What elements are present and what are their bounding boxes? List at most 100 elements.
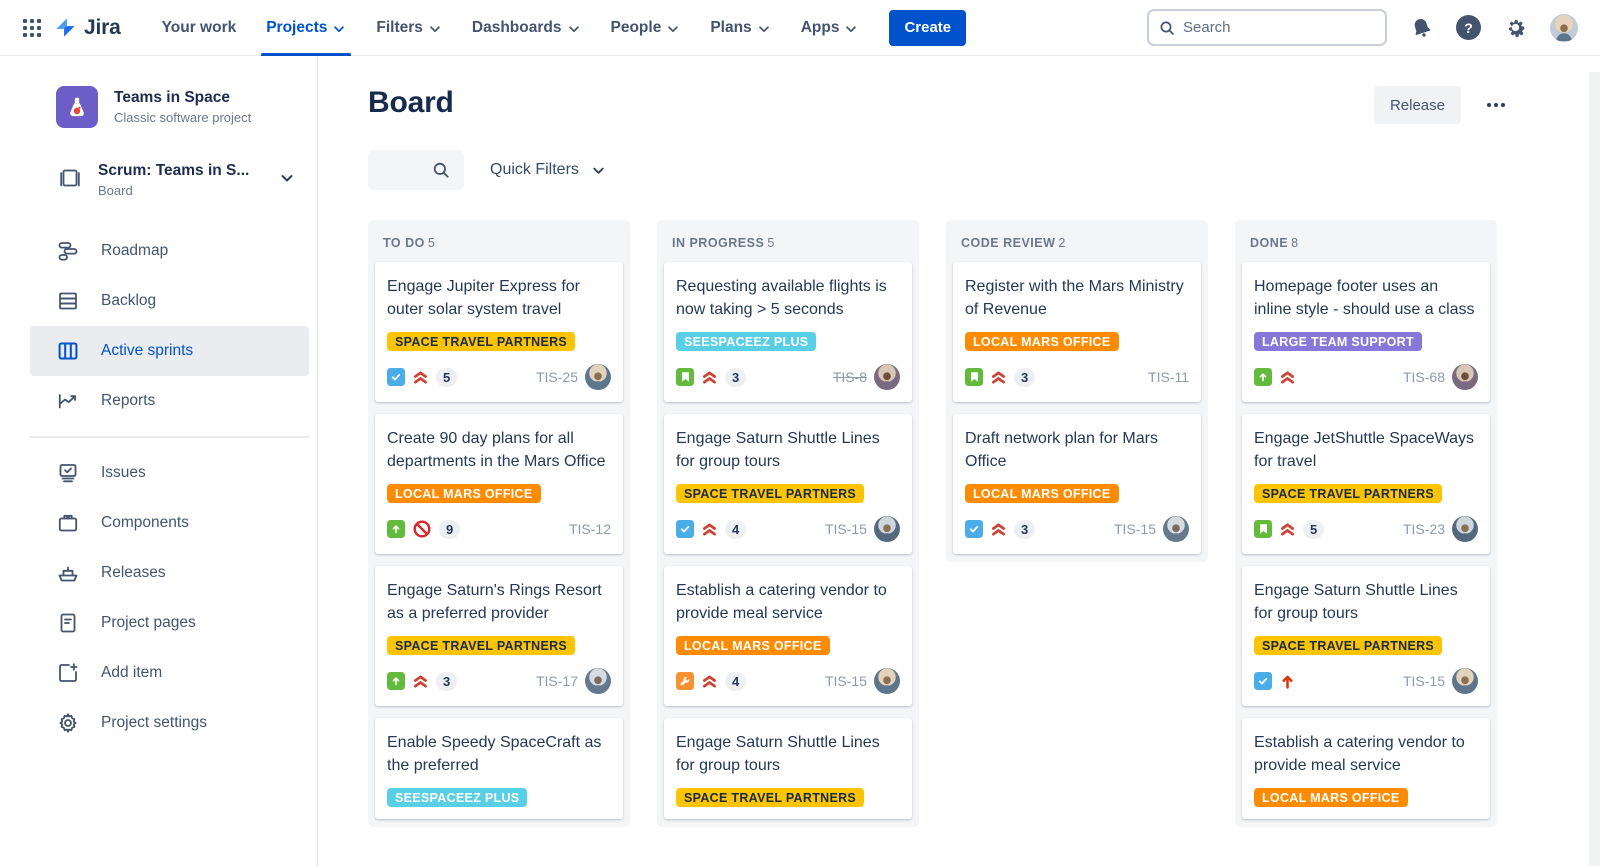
issue-key[interactable]: TIS-25 xyxy=(536,369,578,385)
issue-key[interactable]: TIS-15 xyxy=(825,521,867,537)
card-label: SEESPACEEZ PLUS xyxy=(676,332,816,351)
chevron-down-icon xyxy=(844,20,858,36)
card-title: Engage Saturn Shuttle Lines for group to… xyxy=(1254,579,1478,625)
issue-key[interactable]: TIS-12 xyxy=(569,521,611,537)
estimate-badge: 9 xyxy=(439,520,460,539)
board-card[interactable]: Engage Saturn Shuttle Lines for group to… xyxy=(664,718,912,819)
board-card[interactable]: Draft network plan for Mars Office LOCAL… xyxy=(953,414,1201,554)
sidebar-item-label: Add item xyxy=(101,664,162,682)
issue-key[interactable]: TIS-11 xyxy=(1148,369,1189,385)
sidebar-item-label: Releases xyxy=(101,564,166,582)
board-selector[interactable]: Scrum: Teams in S... Board xyxy=(0,162,317,198)
sidebar-item-backlog[interactable]: Backlog xyxy=(30,276,309,326)
settings-gear-icon[interactable] xyxy=(1504,16,1527,39)
estimate-badge: 3 xyxy=(1014,520,1035,539)
nav-item-dashboards[interactable]: Dashboards xyxy=(457,0,596,56)
search-input[interactable] xyxy=(1183,19,1343,36)
nav-item-apps[interactable]: Apps xyxy=(786,0,874,56)
issue-key[interactable]: TIS-8 xyxy=(833,369,867,385)
project-sidebar: Teams in Space Classic software project … xyxy=(0,56,318,866)
board-card[interactable]: Enable Speedy SpaceCraft as the preferre… xyxy=(375,718,623,819)
nav-item-label: Dashboards xyxy=(472,19,562,37)
assignee-avatar[interactable] xyxy=(1452,364,1478,390)
sidebar-item-components[interactable]: Components xyxy=(30,498,309,548)
issue-key[interactable]: TIS-23 xyxy=(1403,521,1445,537)
nav-item-plans[interactable]: Plans xyxy=(695,0,785,56)
subtask-wrench-icon xyxy=(676,672,694,690)
nav-item-people[interactable]: People xyxy=(596,0,696,56)
release-button[interactable]: Release xyxy=(1374,86,1461,124)
global-search[interactable] xyxy=(1147,9,1387,46)
app-switcher-icon[interactable] xyxy=(16,12,48,44)
help-icon[interactable]: ? xyxy=(1456,15,1481,40)
board-card[interactable]: Homepage footer uses an inline style - s… xyxy=(1242,262,1490,402)
sidebar-item-add-item[interactable]: Add item xyxy=(30,648,309,698)
project-avatar-icon xyxy=(56,86,98,128)
board-card[interactable]: Establish a catering vendor to provide m… xyxy=(664,566,912,706)
estimate-badge: 3 xyxy=(436,672,457,691)
board-card[interactable]: Engage Saturn Shuttle Lines for group to… xyxy=(1242,566,1490,706)
priority-highest-icon xyxy=(701,673,718,690)
priority-highest-icon xyxy=(990,369,1007,386)
issue-key[interactable]: TIS-68 xyxy=(1403,369,1445,385)
board-card[interactable]: Engage JetShuttle SpaceWays for travel S… xyxy=(1242,414,1490,554)
create-button[interactable]: Create xyxy=(889,10,966,46)
chevron-down-icon xyxy=(332,20,346,36)
assignee-avatar[interactable] xyxy=(874,364,900,390)
board-card[interactable]: Requesting available flights is now taki… xyxy=(664,262,912,402)
board-card[interactable]: Register with the Mars Ministry of Reven… xyxy=(953,262,1201,402)
task-icon xyxy=(676,520,694,538)
sidebar-nav: Roadmap Backlog Active sprints Reports I… xyxy=(0,226,317,748)
assignee-avatar[interactable] xyxy=(585,668,611,694)
issue-key[interactable]: TIS-15 xyxy=(1403,673,1445,689)
improvement-arrow-icon xyxy=(1254,368,1272,386)
story-bookmark-icon xyxy=(676,368,694,386)
sidebar-item-reports[interactable]: Reports xyxy=(30,376,309,426)
card-title: Establish a catering vendor to provide m… xyxy=(676,579,900,625)
assignee-avatar[interactable] xyxy=(585,364,611,390)
assignee-avatar[interactable] xyxy=(1452,668,1478,694)
chevron-down-icon xyxy=(279,170,295,191)
column-count: 5 xyxy=(767,236,774,250)
card-title: Requesting available flights is now taki… xyxy=(676,275,900,321)
estimate-badge: 5 xyxy=(1303,520,1324,539)
board-card[interactable]: Engage Saturn's Rings Resort as a prefer… xyxy=(375,566,623,706)
more-options-icon[interactable] xyxy=(1479,86,1513,124)
scrollbar-track[interactable] xyxy=(1589,72,1600,866)
card-label: LARGE TEAM SUPPORT xyxy=(1254,332,1422,351)
quick-filters-dropdown[interactable]: Quick Filters xyxy=(490,161,606,179)
sidebar-divider xyxy=(30,436,309,438)
board-card[interactable]: Establish a catering vendor to provide m… xyxy=(1242,718,1490,819)
sidebar-item-label: Roadmap xyxy=(101,242,168,260)
nav-item-filters[interactable]: Filters xyxy=(361,0,457,56)
sidebar-item-project-settings[interactable]: Project settings xyxy=(30,698,309,748)
priority-highest-icon xyxy=(701,521,718,538)
board-card[interactable]: Create 90 day plans for all departments … xyxy=(375,414,623,554)
issue-key[interactable]: TIS-15 xyxy=(1114,521,1156,537)
issue-key[interactable]: TIS-15 xyxy=(825,673,867,689)
notifications-bell-icon[interactable] xyxy=(1410,16,1433,39)
assignee-avatar[interactable] xyxy=(1163,516,1189,542)
sidebar-item-issues[interactable]: Issues xyxy=(30,448,309,498)
nav-item-your-work[interactable]: Your work xyxy=(147,0,252,56)
board-card[interactable]: Engage Saturn Shuttle Lines for group to… xyxy=(664,414,912,554)
project-type: Classic software project xyxy=(114,110,251,125)
sidebar-item-active-sprints[interactable]: Active sprints xyxy=(30,326,309,376)
user-avatar[interactable] xyxy=(1550,14,1578,42)
nav-item-label: Projects xyxy=(266,19,327,37)
sidebar-item-releases[interactable]: Releases xyxy=(30,548,309,598)
board-card[interactable]: Engage Jupiter Express for outer solar s… xyxy=(375,262,623,402)
jira-logo[interactable]: Jira xyxy=(54,16,121,40)
search-icon xyxy=(432,161,450,179)
assignee-avatar[interactable] xyxy=(874,516,900,542)
board-search-button[interactable] xyxy=(368,150,464,190)
issue-key[interactable]: TIS-17 xyxy=(536,673,578,689)
estimate-badge: 3 xyxy=(1014,368,1035,387)
assignee-avatar[interactable] xyxy=(874,668,900,694)
assignee-avatar[interactable] xyxy=(1452,516,1478,542)
nav-item-projects[interactable]: Projects xyxy=(251,0,361,56)
sidebar-item-project-pages[interactable]: Project pages xyxy=(30,598,309,648)
reports-icon xyxy=(56,389,80,413)
column-title: DONE xyxy=(1250,236,1288,250)
sidebar-item-roadmap[interactable]: Roadmap xyxy=(30,226,309,276)
